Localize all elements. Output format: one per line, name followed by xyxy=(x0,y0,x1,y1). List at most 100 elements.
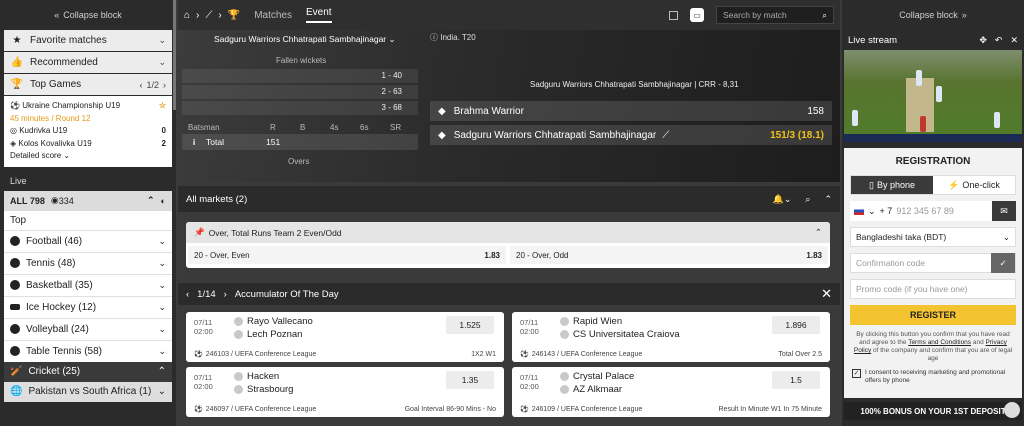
live-stream-video[interactable] xyxy=(844,50,1022,142)
sport-name: Cricket (25) xyxy=(28,366,81,377)
double-chevron-right-icon: » xyxy=(961,10,967,20)
page-indicator: 1/2 xyxy=(146,79,159,90)
recommended-row[interactable]: 👍 Recommended ⌄ xyxy=(4,52,172,73)
chevron-up-icon: ⌃ xyxy=(157,366,166,377)
odd-button[interactable]: 20 - Over, Even 1.83 xyxy=(188,246,506,264)
card-time: 02:00 xyxy=(194,382,213,391)
star-outline-icon[interactable]: ☆ xyxy=(159,100,166,113)
collapse-up-icon[interactable]: ⌃ xyxy=(824,194,832,205)
left-scrollbar[interactable] xyxy=(173,0,176,110)
next-icon[interactable]: › xyxy=(224,289,227,300)
market-header[interactable]: 📌 Over, Total Runs Team 2 Even/Odd ⌃ xyxy=(186,222,830,243)
tab-matches[interactable]: Matches xyxy=(254,10,292,21)
tv-icon[interactable]: ▭ xyxy=(690,8,704,22)
collapse-label: Collapse block xyxy=(899,10,958,20)
card-coef[interactable]: 1.35 xyxy=(446,371,494,389)
prev-icon[interactable]: ‹ xyxy=(139,80,142,90)
col-4s: 4s xyxy=(330,123,339,132)
chevron-right-icon: › xyxy=(218,9,222,21)
card-team2: Strasbourg xyxy=(247,384,294,395)
phone-field[interactable]: ⌄ + 7 912 345 67 89 ✉ xyxy=(850,201,1016,221)
detailed-score-link[interactable]: Detailed score xyxy=(10,150,61,163)
sport-row-tennis[interactable]: Tennis (48) ⌄ xyxy=(4,251,172,274)
acc-card[interactable]: 07/11 02:00 Hacken Strasbourg 1.35 ⚽ 24609… xyxy=(186,367,504,417)
check-icon[interactable]: ✓ xyxy=(991,253,1015,273)
card-time: 02:00 xyxy=(194,327,213,336)
top-games-pager[interactable]: ‹ 1/2 › xyxy=(139,80,166,90)
sport-row-football[interactable]: Football (46) ⌄ xyxy=(4,229,172,252)
search-icon[interactable]: ⌕ xyxy=(822,10,827,21)
match-row-pakistan-south-africa[interactable]: 🌐 Pakistan vs South Africa (1) ⌄ xyxy=(4,381,172,402)
tab-by-phone[interactable]: ▯ By phone xyxy=(851,176,933,194)
globe-icon[interactable]: ◐ xyxy=(161,196,166,206)
terms-link[interactable]: Terms and Conditions xyxy=(908,339,971,346)
live-indicator-icon: ◉ xyxy=(50,195,59,205)
terms-text: By clicking this button you confirm that… xyxy=(852,331,1014,363)
soccer-ball-icon: ⚽ xyxy=(10,101,23,110)
table-tennis-icon xyxy=(10,346,20,356)
collapse-left-button[interactable]: « Collapse block xyxy=(0,0,176,30)
tab-one-click[interactable]: ⚡ One-click xyxy=(933,176,1015,194)
top-game-card[interactable]: ⚽ Ukraine Championship U19 ☆ 45 minutes … xyxy=(4,96,172,167)
odd-label: 20 - Over, Even xyxy=(194,250,250,260)
chevron-down-icon[interactable]: ⌄ xyxy=(868,206,876,217)
acc-card[interactable]: 07/11 02:00 Rayo Vallecano Lech Poznan 1.… xyxy=(186,312,504,362)
card-coef[interactable]: 1.525 xyxy=(446,316,494,334)
close-icon[interactable]: ✕ xyxy=(821,286,832,302)
bonus-banner[interactable]: 100% BONUS ON YOUR 1ST DEPOSIT xyxy=(844,402,1022,420)
team1-name: Brahma Warrior xyxy=(453,105,524,117)
tab-event[interactable]: Event xyxy=(305,7,332,23)
checkbox-icon[interactable] xyxy=(669,10,678,20)
sport-row-volleyball[interactable]: Volleyball (24) ⌄ xyxy=(4,317,172,340)
team1-name: Kudrivka U19 xyxy=(19,126,68,135)
top-games-row[interactable]: 🏆 Top Games ‹ 1/2 › xyxy=(4,74,172,95)
chevron-up-icon[interactable]: ⌃ xyxy=(815,227,822,238)
consent-row[interactable]: ✓ I consent to receiving marketing and p… xyxy=(852,369,1014,385)
register-button[interactable]: REGISTER xyxy=(850,305,1016,325)
collapse-up-icon[interactable]: ⌃ xyxy=(147,195,155,206)
search-input[interactable]: Search by match ⌕ xyxy=(716,6,834,24)
sport-row-ice-hockey[interactable]: Ice Hockey (12) ⌄ xyxy=(4,295,172,318)
russia-flag-icon[interactable] xyxy=(854,207,864,215)
team-logo-icon: ◎ xyxy=(10,126,20,135)
collapse-right-button[interactable]: Collapse block » xyxy=(842,0,1024,30)
card-date: 07/11 xyxy=(520,318,539,327)
thumbs-up-icon: 👍 xyxy=(10,57,24,68)
team-dropdown[interactable]: Sadguru Warriors Chhatrapati Sambhajinag… xyxy=(214,34,396,45)
acc-card[interactable]: 07/11 02:00 Rapid Wien CS Universitatea C… xyxy=(512,312,830,362)
sport-name: Basketball (35) xyxy=(26,279,93,291)
recommended-label: Recommended xyxy=(30,57,98,68)
confirmation-code-field[interactable]: Confirmation code ✓ xyxy=(850,253,1016,273)
live-stream-header: Live stream ✥ ↶ ✕ xyxy=(842,30,1024,50)
info-icon[interactable]: i xyxy=(182,137,206,147)
next-icon[interactable]: › xyxy=(163,80,166,90)
close-icon[interactable]: ✕ xyxy=(1010,35,1018,46)
favorite-matches-row[interactable]: ★ Favorite matches ⌄ xyxy=(4,30,172,51)
currency-select[interactable]: Bangladeshi taka (BDT) ⌄ xyxy=(850,227,1016,247)
promo-code-field[interactable]: Promo code (if you have one) xyxy=(850,279,1016,299)
search-icon[interactable]: ⌕ xyxy=(805,194,810,205)
all-markets-title[interactable]: All markets (2) xyxy=(186,194,247,205)
pin-icon[interactable]: 📌 xyxy=(194,227,205,238)
avatar[interactable] xyxy=(1004,402,1020,418)
sport-row-table-tennis[interactable]: Table Tennis (58) ⌄ xyxy=(4,339,172,362)
cricket-bat-icon[interactable]: ⟋ xyxy=(205,10,212,21)
home-icon[interactable]: ⌂ xyxy=(184,10,190,21)
all-count: ALL 798 xyxy=(10,195,45,206)
card-coef[interactable]: 1.896 xyxy=(772,316,820,334)
sport-row-basketball[interactable]: Basketball (35) ⌄ xyxy=(4,273,172,296)
prev-icon[interactable]: ‹ xyxy=(186,289,189,300)
trophy-icon[interactable]: 🏆 xyxy=(228,10,240,21)
bell-icon[interactable]: 🔔⌄ xyxy=(773,194,792,205)
acc-card[interactable]: 07/11 02:00 Crystal Palace AZ Alkmaar 1.5… xyxy=(512,367,830,417)
sport-row-cricket[interactable]: 🏏 Cricket (25) ⌃ xyxy=(4,361,172,382)
envelope-icon[interactable]: ✉ xyxy=(992,201,1016,221)
card-coef[interactable]: 1.5 xyxy=(772,371,820,389)
hockey-puck-icon xyxy=(10,304,20,310)
back-icon[interactable]: ↶ xyxy=(995,35,1003,46)
chevron-down-icon: ⌄ xyxy=(388,34,396,44)
odd-button[interactable]: 20 - Over, Odd 1.83 xyxy=(510,246,828,264)
move-icon[interactable]: ✥ xyxy=(979,35,987,46)
checkbox-checked-icon[interactable]: ✓ xyxy=(852,369,861,378)
all-live-bar[interactable]: ALL 798 ◉ 334 ⌃ ◐ xyxy=(4,190,172,211)
